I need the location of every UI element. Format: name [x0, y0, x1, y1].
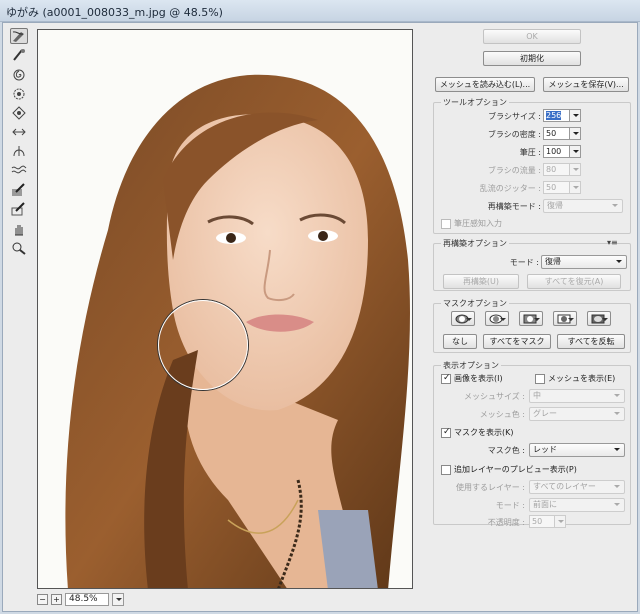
pucker-tool-icon[interactable]	[10, 86, 28, 102]
mask-color-select[interactable]: レッド	[529, 443, 625, 457]
reset-button[interactable]: 初期化	[483, 51, 581, 66]
mask-add-button[interactable]	[485, 311, 509, 326]
show-image-box	[441, 373, 451, 384]
turbulence-tool-icon[interactable]	[10, 162, 28, 178]
turbulent-jitter-label: 乱流のジッター :	[479, 184, 541, 193]
options-panel: OK 初期化 メッシュを読み込む(L)... メッシュを保存(V)... ツール…	[423, 23, 637, 611]
mask-none-button[interactable]: なし	[443, 334, 477, 349]
brush-rate-label: ブラシの流量 :	[487, 166, 541, 175]
opacity-dropdown[interactable]	[554, 515, 566, 528]
ok-button[interactable]: OK	[483, 29, 581, 44]
brush-pressure-label: 筆圧 :	[519, 148, 541, 157]
mask-replace-button[interactable]	[451, 311, 475, 326]
tool-options-title: ツールオプション	[441, 97, 509, 108]
show-mask-label: マスクを表示(K)	[454, 428, 514, 437]
turbulent-jitter-field[interactable]: 50	[543, 181, 571, 194]
reconstruct-tool-icon[interactable]	[10, 47, 28, 63]
reconstruct-button[interactable]: 再構築(U)	[443, 274, 519, 289]
show-image-checkbox[interactable]: 画像を表示(I)	[441, 373, 503, 384]
mask-invert-button[interactable]	[587, 311, 611, 326]
backdrop-mode-label: モード :	[495, 501, 525, 510]
mask-all-button[interactable]: すべてをマスク	[483, 334, 551, 349]
brush-pressure-dropdown[interactable]	[569, 145, 581, 158]
forward-warp-tool-icon[interactable]	[10, 28, 28, 44]
brush-size-field[interactable]: 256	[543, 109, 571, 122]
brush-density-label: ブラシの密度 :	[487, 130, 541, 139]
reconstruct-mode-select[interactable]: 復帰	[543, 199, 623, 213]
mask-color-label: マスク色 :	[487, 446, 525, 455]
restore-all-button[interactable]: すべてを復元(A)	[527, 274, 621, 289]
reconstruct-mode2-select[interactable]: 復帰	[541, 255, 627, 269]
zoom-in-button[interactable]: +	[51, 593, 62, 605]
show-backdrop-label: 追加レイヤーのプレビュー表示(P)	[454, 465, 577, 474]
show-mesh-checkbox[interactable]: メッシュを表示(E)	[535, 373, 615, 384]
liquify-dialog: − + 48.5% OK 初期化 メッシュを読み込む(L)... メッシュを保存…	[2, 22, 638, 612]
tool-strip	[9, 28, 31, 259]
use-layer-label: 使用するレイヤー :	[456, 483, 525, 492]
opacity-label: 不透明度 :	[487, 518, 525, 527]
stylus-pressure-checkbox[interactable]: 筆圧感知入力	[441, 218, 502, 229]
stylus-pressure-label: 筆圧感知入力	[454, 219, 502, 228]
save-mesh-button[interactable]: メッシュを保存(V)...	[543, 77, 629, 92]
load-mesh-button[interactable]: メッシュを読み込む(L)...	[435, 77, 535, 92]
show-mask-box	[441, 427, 451, 438]
mask-subtract-button[interactable]	[519, 311, 543, 326]
hand-tool-icon[interactable]	[10, 221, 28, 237]
stylus-pressure-box	[441, 218, 451, 229]
backdrop-mode-select[interactable]: 前面に	[529, 498, 625, 512]
zoom-tool-icon[interactable]	[10, 240, 28, 256]
zoom-bar: − + 48.5%	[37, 591, 124, 607]
opacity-field[interactable]: 50	[529, 515, 555, 528]
brush-density-dropdown[interactable]	[569, 127, 581, 140]
zoom-level-field[interactable]: 48.5%	[65, 592, 109, 606]
panel-menu-icon[interactable]: ▾≡	[607, 238, 618, 247]
brush-cursor	[158, 300, 248, 390]
mask-intersect-button[interactable]	[553, 311, 577, 326]
brush-size-dropdown[interactable]	[569, 109, 581, 122]
mesh-color-label: メッシュ色 :	[479, 410, 525, 419]
show-backdrop-checkbox[interactable]: 追加レイヤーのプレビュー表示(P)	[441, 464, 577, 475]
brush-size-label: ブラシサイズ :	[488, 112, 541, 121]
zoom-out-button[interactable]: −	[37, 593, 48, 605]
brush-rate-dropdown[interactable]	[569, 163, 581, 176]
freeze-mask-tool-icon[interactable]	[10, 182, 28, 198]
show-image-label: 画像を表示(I)	[454, 374, 503, 383]
turbulent-jitter-dropdown[interactable]	[569, 181, 581, 194]
preview-canvas[interactable]	[37, 29, 413, 589]
brush-rate-field[interactable]: 80	[543, 163, 571, 176]
use-layer-select[interactable]: すべてのレイヤー	[529, 480, 625, 494]
invert-all-button[interactable]: すべてを反転	[557, 334, 625, 349]
title-bar: ゆがみ (a0001_008033_m.jpg @ 48.5%)	[0, 0, 640, 22]
show-mesh-box	[535, 373, 545, 384]
thaw-mask-tool-icon[interactable]	[10, 201, 28, 217]
show-mesh-label: メッシュを表示(E)	[548, 374, 616, 383]
mesh-color-select[interactable]: グレー	[529, 407, 625, 421]
brush-density-field[interactable]: 50	[543, 127, 571, 140]
bloat-tool-icon[interactable]	[10, 105, 28, 121]
brush-pressure-field[interactable]: 100	[543, 145, 571, 158]
twirl-tool-icon[interactable]	[10, 67, 28, 83]
window-title: ゆがみ (a0001_008033_m.jpg @ 48.5%)	[6, 6, 223, 19]
show-backdrop-box	[441, 464, 451, 475]
reconstruct-options-title: 再構築オプション	[441, 238, 509, 249]
mirror-tool-icon[interactable]	[10, 143, 28, 159]
reconstruct-mode2-label: モード :	[509, 258, 539, 267]
mask-options-title: マスクオプション	[441, 298, 509, 309]
push-left-tool-icon[interactable]	[10, 124, 28, 140]
show-mask-checkbox[interactable]: マスクを表示(K)	[441, 427, 514, 438]
zoom-dropdown-arrow[interactable]	[112, 592, 124, 606]
reconstruct-mode-label: 再構築モード :	[487, 202, 541, 211]
mesh-size-label: メッシュサイズ :	[464, 392, 525, 401]
mesh-size-select[interactable]: 中	[529, 389, 625, 403]
view-options-title: 表示オプション	[441, 360, 501, 371]
